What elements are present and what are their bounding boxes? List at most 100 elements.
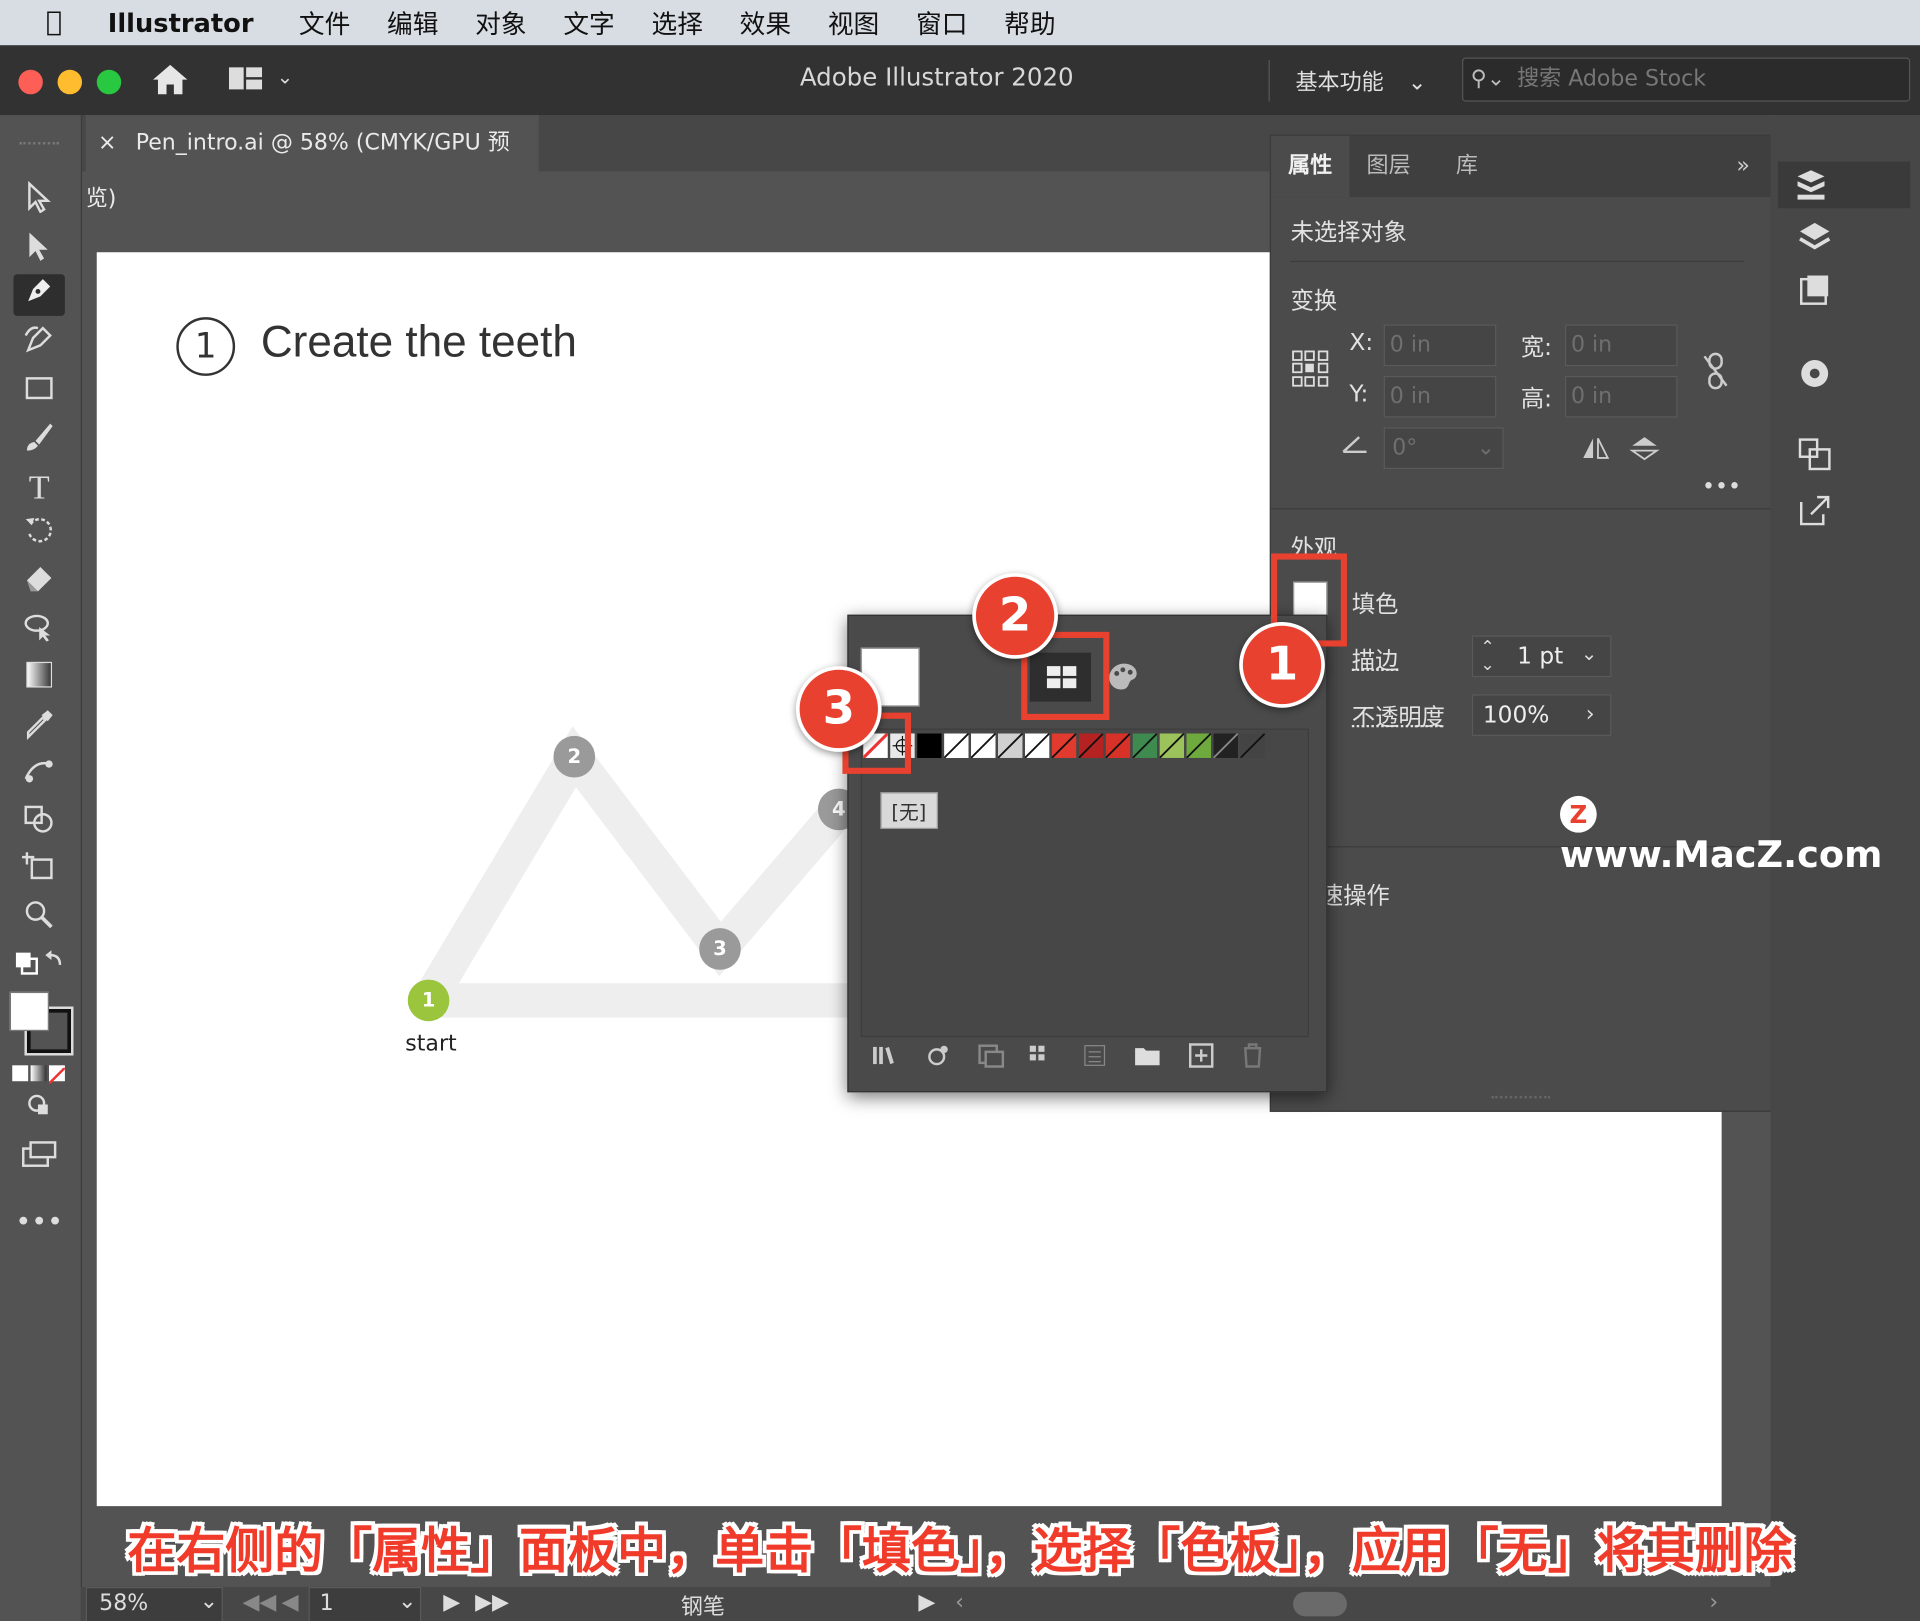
artboard-number-control[interactable]: 1 ⌄ (308, 1586, 422, 1621)
last-artboard-icon[interactable]: ▶▶ (475, 1589, 509, 1615)
export-icon[interactable] (1790, 492, 1839, 541)
swatch-item[interactable] (1105, 732, 1131, 759)
rotate-tool-icon[interactable] (13, 514, 64, 556)
swatch-item[interactable] (1239, 732, 1266, 759)
menu-window[interactable]: 窗口 (916, 4, 967, 41)
opacity-control[interactable]: 100% › (1471, 694, 1612, 736)
color-mode-buttons[interactable] (12, 1065, 66, 1085)
color-button[interactable] (12, 1065, 29, 1082)
shape-builder-tool-icon[interactable] (13, 803, 64, 845)
arrange-dropdown-chevron-icon[interactable]: ⌄ (277, 65, 293, 88)
swatch-item[interactable] (943, 732, 970, 759)
chevron-right-icon[interactable]: › (1586, 696, 1595, 735)
menu-type[interactable]: 文字 (563, 4, 614, 41)
swap-fill-stroke-icon[interactable] (13, 948, 64, 990)
dock-item-properties[interactable] (1777, 161, 1911, 209)
menu-edit[interactable]: 编辑 (387, 4, 438, 41)
folder-icon[interactable] (1133, 1042, 1162, 1069)
draw-mode-icon[interactable] (13, 1090, 64, 1132)
selection-tool-icon[interactable] (13, 180, 64, 223)
swatch-item[interactable] (917, 733, 942, 758)
swatch-item[interactable] (1158, 732, 1185, 759)
swatch-libraries-icon[interactable] (871, 1042, 903, 1069)
next-artboard-icon[interactable]: ▶ (443, 1589, 460, 1615)
pen-tool-icon[interactable] (13, 274, 65, 316)
swatch-item[interactable] (1078, 732, 1104, 759)
x-input[interactable]: 0 in (1383, 324, 1497, 367)
stepper-icon[interactable]: ⌃ ⌄ (1480, 639, 1494, 673)
curvature-tool-icon[interactable] (13, 323, 64, 365)
home-icon[interactable] (149, 60, 191, 99)
menu-effect[interactable]: 效果 (740, 4, 791, 41)
libraries-icon[interactable] (1790, 272, 1839, 321)
tab-properties[interactable]: 属性 (1271, 135, 1350, 198)
transform-panel-icon[interactable] (1790, 436, 1839, 485)
swatch-item[interactable] (1212, 732, 1239, 759)
none-button[interactable] (48, 1065, 66, 1085)
direct-selection-tool-icon[interactable] (13, 230, 64, 272)
document-tab[interactable]: × Pen_intro.ai @ 58% (CMYK/GPU 预览) (85, 115, 539, 212)
fill-stroke-swatches[interactable] (9, 991, 74, 1056)
panel-resize-grip[interactable] (1491, 1095, 1551, 1106)
more-options-icon[interactable]: ••• (1702, 474, 1741, 500)
close-window-button[interactable] (18, 69, 43, 95)
opacity-label[interactable]: 不透明度 (1352, 699, 1445, 732)
scroll-left-icon[interactable]: ‹ (955, 1589, 964, 1615)
scroll-right-icon[interactable]: › (1709, 1589, 1718, 1615)
menu-app-name[interactable]: Illustrator (108, 8, 254, 37)
show-swatch-kinds-icon[interactable] (924, 1042, 953, 1069)
menu-help[interactable]: 帮助 (1004, 4, 1055, 41)
paintbrush-tool-icon[interactable] (13, 421, 64, 463)
first-artboard-icon[interactable]: ◀◀ (242, 1589, 276, 1615)
menu-select[interactable]: 选择 (652, 4, 703, 41)
horizontal-scrollbar-thumb[interactable] (1293, 1591, 1347, 1617)
flip-vertical-icon[interactable] (1629, 435, 1661, 462)
swatch-item[interactable] (997, 732, 1024, 759)
tab-layers[interactable]: 图层 (1349, 136, 1427, 197)
new-swatch-icon[interactable] (1187, 1042, 1216, 1069)
opacity-value[interactable]: 100% (1483, 696, 1550, 735)
eraser-tool-icon[interactable] (13, 563, 64, 605)
gradient-button[interactable] (30, 1065, 47, 1082)
color-mixer-icon[interactable] (1106, 660, 1143, 694)
toolbar-grip[interactable] (19, 142, 59, 149)
reference-point-icon[interactable] (1291, 349, 1330, 388)
zoom-tool-icon[interactable] (13, 899, 64, 941)
swatch-item[interactable] (1185, 732, 1212, 759)
blend-tool-icon[interactable] (13, 754, 64, 796)
layers-icon[interactable] (1790, 218, 1839, 267)
apple-icon[interactable]:  (0, 7, 108, 38)
adobe-stock-search[interactable]: ⚲⌄ 搜索 Adobe Stock (1462, 57, 1911, 102)
screen-mode-icon[interactable] (13, 1139, 64, 1181)
rectangle-tool-icon[interactable] (13, 372, 64, 414)
menu-view[interactable]: 视图 (828, 4, 879, 41)
chevron-down-icon[interactable]: ⌄ (1581, 637, 1597, 671)
workspace-switcher[interactable]: 基本功能 ⌄ (1296, 65, 1427, 97)
width-tool-icon[interactable] (13, 610, 64, 652)
gradient-tool-icon[interactable] (13, 659, 64, 701)
rotate-input[interactable]: 0° ⌄ (1383, 427, 1504, 469)
constrain-proportions-icon[interactable] (1700, 351, 1732, 390)
edit-toolbar-icon[interactable]: ••• (13, 1202, 64, 1244)
y-input[interactable]: 0 in (1383, 375, 1497, 418)
swatch-item[interactable] (970, 732, 997, 759)
new-color-group-icon[interactable] (1027, 1042, 1056, 1069)
menu-file[interactable]: 文件 (299, 4, 350, 41)
fill-swatch[interactable] (9, 991, 49, 1032)
close-tab-icon[interactable]: × (98, 130, 116, 156)
type-tool-icon[interactable]: T (13, 468, 64, 510)
zoom-level-control[interactable]: 58% ⌄ (85, 1586, 223, 1621)
minimize-window-button[interactable] (57, 69, 83, 95)
artboard-tool-icon[interactable] (13, 850, 64, 892)
height-input[interactable]: 0 in (1564, 375, 1678, 418)
flip-horizontal-icon[interactable] (1580, 435, 1612, 462)
swatch-item[interactable] (1051, 732, 1077, 759)
stroke-label[interactable]: 描边 (1352, 643, 1399, 676)
swatch-item[interactable] (1132, 732, 1158, 759)
eyedropper-tool-icon[interactable] (13, 708, 64, 750)
menu-object[interactable]: 对象 (475, 4, 526, 41)
swatch-item[interactable] (1024, 732, 1051, 759)
previous-artboard-icon[interactable]: ◀ (282, 1589, 299, 1615)
stroke-weight-control[interactable]: ⌃ ⌄ 1 pt ⌄ (1471, 635, 1612, 678)
tab-libraries[interactable]: 库 (1428, 136, 1506, 197)
